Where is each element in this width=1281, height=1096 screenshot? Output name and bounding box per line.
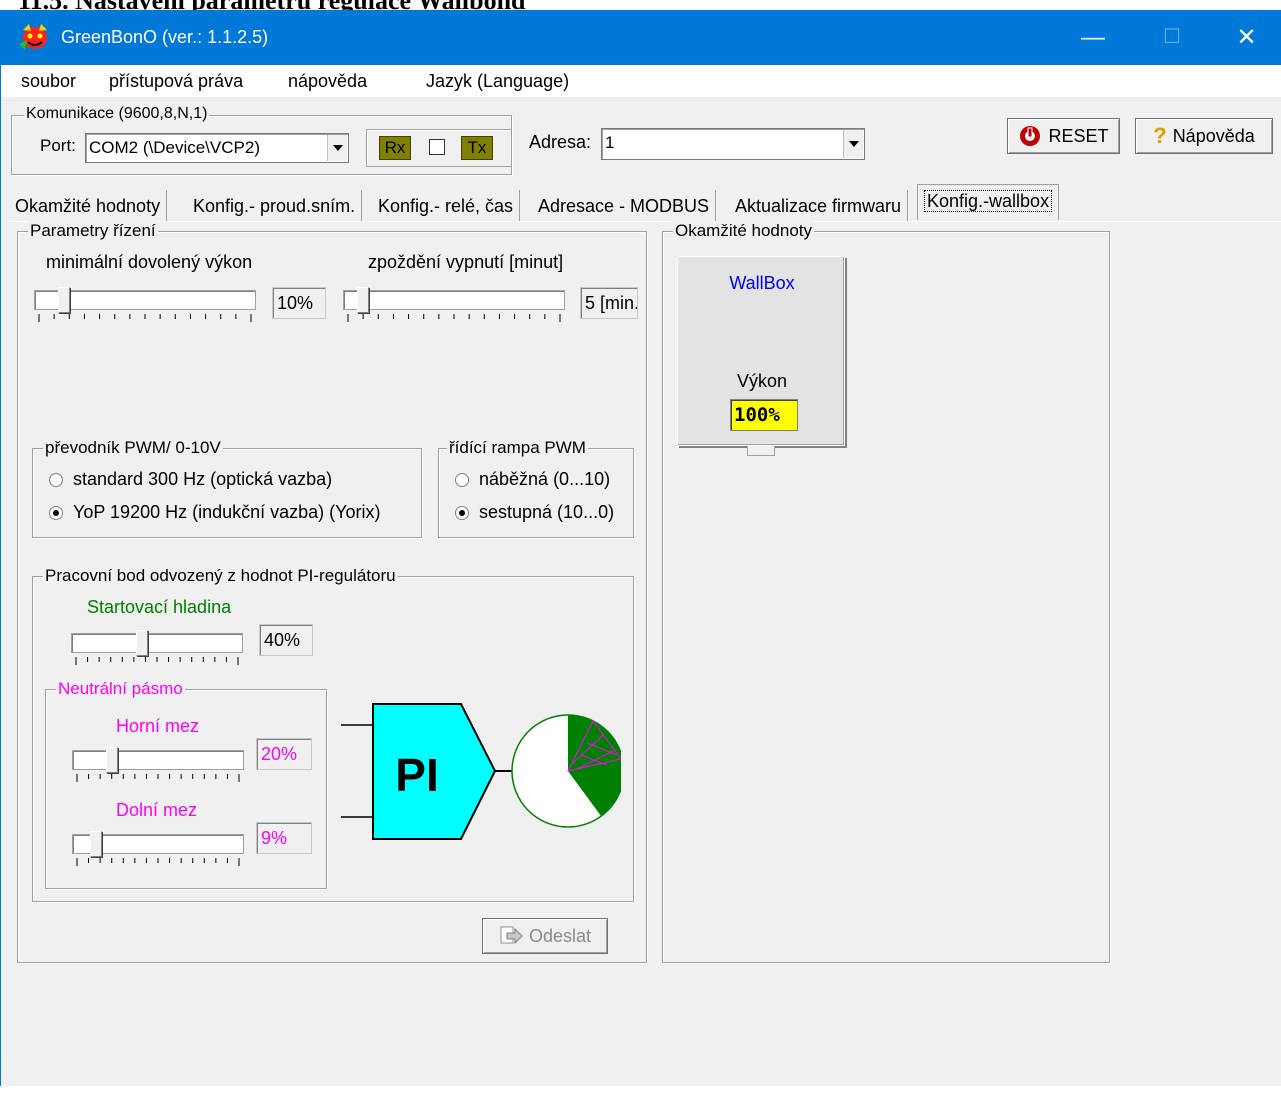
help-label: Nápověda: [1172, 125, 1255, 146]
pi-group: Pracovní bod odvozený z hodnot PI-regulá…: [32, 566, 634, 902]
lower-limit-ticks: [76, 858, 240, 866]
minimize-button[interactable]: —: [1053, 10, 1133, 65]
address-label: Adresa:: [529, 132, 592, 152]
pi-block-label: PI: [395, 749, 438, 801]
tab-current-sensor-config[interactable]: Konfig.- proud.sním.: [187, 190, 363, 222]
send-icon: [500, 926, 523, 945]
pi-group-label: Pracovní bod odvozený z hodnot PI-regulá…: [43, 566, 398, 586]
menu-access-rights[interactable]: přístupová práva: [109, 71, 243, 92]
converter-group-label: převodník PWM/ 0-10V: [43, 438, 223, 458]
reset-label: RESET: [1048, 125, 1109, 146]
delay-value: 5 [min.: [580, 287, 638, 319]
upper-limit-slider-thumb[interactable]: [106, 747, 119, 773]
send-label: Odeslat: [528, 925, 592, 946]
app-window: GreenBonO (ver.: 1.1.2.5) — ☐ ✕ soubor p…: [0, 10, 1281, 1086]
reset-button[interactable]: RESET: [1007, 118, 1120, 154]
converter-option-standard-label: standard 300 Hz (optická vazba): [73, 469, 333, 489]
power-value: 100%: [730, 399, 798, 431]
menu-help[interactable]: nápověda: [288, 71, 367, 92]
menu-language[interactable]: Jazyk (Language): [426, 71, 569, 92]
rx-tx-indicator: Rx Tx: [366, 129, 512, 167]
start-level-value: 40%: [259, 624, 313, 656]
tab-relay-time-config[interactable]: Konfig.- relé, čas: [372, 190, 521, 222]
help-button[interactable]: ? Nápověda: [1135, 118, 1273, 154]
radio-standard[interactable]: [49, 472, 63, 487]
min-power-slider-thumb[interactable]: [58, 287, 71, 313]
min-power-value: 10%: [272, 287, 326, 319]
communication-group: Komunikace (9600,8,N,1) Port: COM2 (\Dev…: [11, 105, 512, 175]
wallbox-connector: [747, 446, 775, 456]
converter-option-standard[interactable]: standard 300 Hz (optická vazba): [49, 469, 332, 490]
menu-file[interactable]: soubor: [21, 71, 76, 92]
start-level-ticks: [75, 657, 239, 665]
chevron-down-icon[interactable]: [327, 135, 347, 161]
lower-limit-label: Dolní mez: [116, 800, 198, 820]
port-value: COM2 (\Device\VCP2): [89, 138, 260, 157]
radio-falling[interactable]: [455, 505, 469, 520]
radio-rising[interactable]: [455, 472, 469, 487]
control-parameters-label: Parametry řízení: [28, 221, 158, 241]
delay-label: zpoždění vypnutí [minut]: [368, 252, 564, 272]
neutral-band-group: Neutrální pásmo Horní mez 20% Dolní mez …: [45, 679, 327, 889]
delay-ticks: [347, 314, 561, 322]
delay-slider[interactable]: [343, 284, 565, 322]
window-title: GreenBonO (ver.: 1.1.2.5): [61, 27, 269, 47]
min-power-ticks: [38, 314, 252, 322]
address-select[interactable]: 1: [601, 128, 865, 160]
upper-limit-ticks: [76, 774, 240, 782]
tab-wallbox-config[interactable]: Konfig.-wallbox: [917, 184, 1060, 220]
tab-wallbox-config-label: Konfig.-wallbox: [924, 190, 1053, 212]
lower-limit-value: 9%: [256, 822, 312, 854]
live-values-group: Okamžité hodnoty WallBox Výkon 100%: [662, 221, 1110, 963]
send-button[interactable]: Odeslat: [482, 918, 608, 954]
converter-option-yop-label: YoP 19200 Hz (indukční vazba) (Yorix): [73, 502, 381, 522]
power-label: Výkon: [736, 371, 788, 391]
tab-modbus-addressing[interactable]: Adresace - MODBUS: [532, 190, 717, 222]
ramp-group: řídící rampa PWM náběžná (0...10) sestup…: [438, 438, 634, 538]
wallbox-panel: WallBox Výkon 100%: [677, 256, 845, 446]
ramp-option-rising[interactable]: náběžná (0...10): [455, 469, 610, 490]
app-logo-icon: [19, 24, 47, 50]
rx-indicator: Rx: [379, 136, 411, 160]
radio-yop[interactable]: [49, 505, 63, 520]
tab-instant-values[interactable]: Okamžité hodnoty: [9, 190, 168, 222]
close-button[interactable]: ✕: [1211, 10, 1281, 65]
tab-firmware-update[interactable]: Aktualizace firmwaru: [729, 190, 909, 222]
menu-bar: soubor přístupová práva nápověda Jazyk (…: [1, 65, 1281, 97]
converter-option-yop[interactable]: YoP 19200 Hz (indukční vazba) (Yorix): [49, 502, 381, 523]
question-icon: ?: [1153, 123, 1167, 148]
port-label: Port:: [40, 136, 76, 155]
chevron-down-icon[interactable]: [843, 130, 863, 158]
start-level-slider[interactable]: [71, 627, 243, 665]
live-values-label: Okamžité hodnoty: [673, 221, 815, 241]
upper-limit-value: 20%: [256, 738, 312, 770]
start-level-label: Startovací hladina: [87, 597, 232, 617]
upper-limit-label: Horní mez: [116, 716, 200, 736]
min-power-slider[interactable]: [34, 284, 256, 322]
control-parameters-group: Parametry řízení minimální dovolený výko…: [17, 221, 647, 963]
communication-group-label: Komunikace (9600,8,N,1): [24, 105, 210, 123]
maximize-button[interactable]: ☐: [1132, 10, 1212, 65]
rx-tx-checkbox[interactable]: [429, 139, 445, 155]
pi-regulator-diagram: PI: [341, 703, 621, 840]
delay-slider-thumb[interactable]: [357, 287, 370, 313]
ramp-option-rising-label: náběžná (0...10): [479, 469, 611, 489]
converter-group: převodník PWM/ 0-10V standard 300 Hz (op…: [32, 438, 422, 538]
title-bar: GreenBonO (ver.: 1.1.2.5) — ☐ ✕: [1, 10, 1281, 65]
upper-limit-slider[interactable]: [72, 744, 244, 782]
neutral-band-label: Neutrální pásmo: [56, 679, 185, 699]
start-level-slider-thumb[interactable]: [135, 630, 148, 656]
tx-indicator: Tx: [461, 136, 493, 160]
wallbox-label: WallBox: [729, 273, 795, 293]
reset-icon: [1020, 126, 1041, 146]
port-select[interactable]: COM2 (\Device\VCP2): [85, 133, 349, 163]
ramp-group-label: řídící rampa PWM: [447, 438, 588, 458]
address-value: 1: [605, 133, 615, 152]
lower-limit-slider-thumb[interactable]: [89, 831, 102, 857]
min-power-label: minimální dovolený výkon: [46, 252, 253, 272]
lower-limit-slider[interactable]: [72, 828, 244, 866]
ramp-option-falling[interactable]: sestupná (10...0): [455, 502, 614, 523]
ramp-option-falling-label: sestupná (10...0): [479, 502, 615, 522]
